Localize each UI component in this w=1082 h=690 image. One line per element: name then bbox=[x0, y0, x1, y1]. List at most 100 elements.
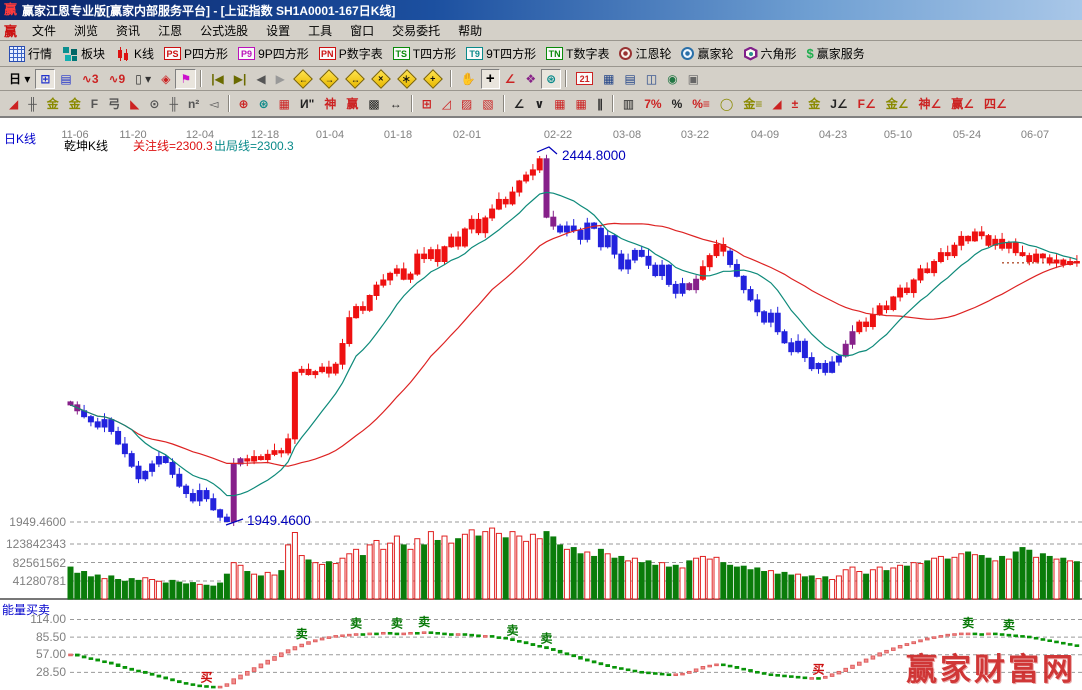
toolbar-button-t-number-table[interactable]: TNT数字表 bbox=[541, 44, 614, 64]
draw-tool-gold-circle[interactable]: ◯ bbox=[715, 94, 738, 114]
draw-tool-gann-compass[interactable]: ⊕ bbox=[234, 94, 254, 114]
draw-tool-shen-ruler[interactable]: 神 bbox=[319, 94, 341, 114]
draw-tool-ruler-grid-1[interactable]: ╫ bbox=[23, 94, 42, 114]
view-tool-wave-9[interactable]: ∿9 bbox=[104, 69, 131, 89]
view-tool-print[interactable]: ▣ bbox=[683, 69, 704, 89]
toolbar-button-gann-wheel[interactable]: 江恩轮 bbox=[614, 44, 676, 64]
draw-tool-cycle-clock[interactable]: ⊙ bbox=[144, 94, 164, 114]
view-tool-notes[interactable]: ▤ bbox=[620, 69, 641, 89]
toolbar-button-p-number-table[interactable]: PNP数字表 bbox=[314, 44, 388, 64]
toolbar-button-sectors[interactable]: 板块 bbox=[57, 44, 110, 64]
view-tool-compress-x[interactable]: × bbox=[368, 69, 394, 89]
draw-tool-percent[interactable]: % bbox=[667, 94, 688, 114]
draw-tool-red-grid-2[interactable]: ▦ bbox=[571, 94, 592, 114]
view-tool-gann-shape[interactable]: ❖ bbox=[520, 69, 541, 89]
app-window: { "window": { "title": "赢家江恩专业版[赢家内部服务平台… bbox=[0, 0, 1082, 689]
menu-item-4[interactable]: 公式选股 bbox=[191, 20, 257, 41]
view-tool-window-layout[interactable]: ⊞ bbox=[35, 69, 55, 89]
toolbar-button-hexagon[interactable]: 六角形 bbox=[739, 44, 802, 64]
view-tool-go-last[interactable]: ▶| bbox=[229, 69, 252, 89]
draw-tool-square-of-nine[interactable]: n² bbox=[183, 94, 204, 114]
toolbar-button-winner-service[interactable]: $赢家服务 bbox=[802, 44, 870, 64]
draw-tool-fib-ruler[interactable]: F bbox=[86, 94, 103, 114]
view-tool-shift-right[interactable]: → bbox=[316, 69, 342, 89]
draw-tool-v-lines[interactable]: ∨ bbox=[529, 94, 549, 114]
view-tool-angle-measure[interactable]: ∠ bbox=[500, 69, 521, 89]
view-tool-save[interactable]: ◫ bbox=[641, 69, 662, 89]
view-tool-world-clock[interactable]: ◉ bbox=[662, 69, 682, 89]
view-tool-page-next[interactable]: ▶ bbox=[271, 69, 290, 89]
view-tool-flag-tool[interactable]: ⚑ bbox=[175, 69, 196, 89]
draw-tool-scale-ruler[interactable]: ▥ bbox=[618, 94, 639, 114]
view-tool-restore-view[interactable]: ＊ bbox=[394, 69, 420, 89]
draw-tool-four-angle[interactable]: 四∠ bbox=[979, 94, 1012, 114]
draw-tool-win-angle[interactable]: 赢∠ bbox=[946, 94, 979, 114]
draw-tool-red-pen[interactable]: ◣ bbox=[125, 94, 144, 114]
draw-tool-mirror-tool[interactable]: ◅ bbox=[204, 94, 223, 114]
draw-tool-gold-lines[interactable]: 金≡ bbox=[738, 94, 767, 114]
toolbar-button-quotes[interactable]: 行情 bbox=[4, 44, 57, 64]
draw-tool-red-grid-1[interactable]: ▦ bbox=[549, 94, 570, 114]
draw-tool-updown-tool[interactable]: ± bbox=[787, 94, 804, 114]
draw-tool-f-angle[interactable]: F∠ bbox=[853, 94, 881, 114]
draw-tool-wave-mark[interactable]: И" bbox=[295, 94, 319, 114]
draw-tool-width-measure[interactable]: ↔ bbox=[385, 94, 407, 114]
quotes-icon bbox=[9, 46, 25, 62]
menu-item-5[interactable]: 设置 bbox=[257, 20, 299, 41]
world-clock-icon: ◉ bbox=[667, 72, 677, 86]
draw-tool-gold-ruler-1[interactable]: 金 bbox=[42, 94, 64, 114]
menu-item-2[interactable]: 资讯 bbox=[107, 20, 149, 41]
draw-tool-fan-lines[interactable]: ◿ bbox=[437, 94, 456, 114]
view-tool-go-first[interactable]: |◀ bbox=[206, 69, 229, 89]
draw-tool-trend-pen[interactable]: ◢ bbox=[4, 94, 23, 114]
draw-tool-win-ruler[interactable]: 赢 bbox=[341, 94, 363, 114]
draw-tool-percent-lines[interactable]: %≡ bbox=[687, 94, 715, 114]
toolbar-button-9t-square[interactable]: T99T四方形 bbox=[461, 44, 541, 64]
view-tool-calculator[interactable]: ▦ bbox=[598, 69, 619, 89]
view-tool-crosshair[interactable]: + bbox=[481, 69, 500, 89]
view-tool-wave-3[interactable]: ∿3 bbox=[77, 69, 104, 89]
toolbar-button-winner-wheel[interactable]: 赢家轮 bbox=[676, 44, 738, 64]
menu-item-9[interactable]: 帮助 bbox=[449, 20, 491, 41]
view-tool-shift-left[interactable]: ← bbox=[290, 69, 316, 89]
toolbar-button-kline[interactable]: K线 bbox=[110, 44, 159, 64]
view-tool-pattern-tool[interactable]: ◈ bbox=[156, 69, 175, 89]
menu-item-3[interactable]: 江恩 bbox=[149, 20, 191, 41]
view-tool-page-prev[interactable]: ◀ bbox=[251, 69, 270, 89]
draw-tool-percent-7[interactable]: 7% bbox=[639, 94, 666, 114]
draw-tool-gold-angle-1[interactable]: 金 bbox=[803, 94, 825, 114]
kline-chart-canvas[interactable]: 11-0611-2012-0412-1801-0401-1802-0102-22… bbox=[0, 118, 1082, 690]
view-tool-zoom-in-x[interactable]: + bbox=[420, 69, 446, 89]
draw-tool-ruler-grid-2[interactable]: ╫ bbox=[164, 94, 183, 114]
draw-tool-shen-angle[interactable]: 神∠ bbox=[914, 94, 947, 114]
draw-tool-dense-grid[interactable]: ▩ bbox=[363, 94, 384, 114]
draw-tool-fan-box-dense[interactable]: ▧ bbox=[477, 94, 498, 114]
draw-tool-fan-box[interactable]: ▨ bbox=[456, 94, 477, 114]
draw-tool-spiral-tool[interactable]: 弓 bbox=[103, 94, 125, 114]
menu-item-8[interactable]: 交易委托 bbox=[383, 20, 449, 41]
toolbar-button-t-square[interactable]: TST四方形 bbox=[388, 44, 461, 64]
view-tool-candle-style-dropdown[interactable]: ▯ ▾ bbox=[130, 69, 156, 89]
toolbar-button-p-square[interactable]: PSP四方形 bbox=[159, 44, 233, 64]
draw-tool-snowflake-grid[interactable]: ⊛ bbox=[254, 94, 274, 114]
draw-tool-gold-ruler-2[interactable]: 金 bbox=[64, 94, 86, 114]
menu-item-1[interactable]: 浏览 bbox=[65, 20, 107, 41]
view-tool-info-panel[interactable]: ▤ bbox=[55, 69, 76, 89]
draw-tool-ink-pen[interactable]: ◢ bbox=[767, 94, 786, 114]
toolbar-button-9p-square[interactable]: P99P四方形 bbox=[233, 44, 314, 64]
draw-tool-target-grid[interactable]: ▦ bbox=[274, 94, 295, 114]
draw-tool-box-tool[interactable]: ⊞ bbox=[417, 94, 437, 114]
draw-tool-gold-angle-2[interactable]: 金∠ bbox=[881, 94, 914, 114]
view-tool-calendar[interactable]: 21 bbox=[571, 69, 598, 89]
draw-tool-angle-lines[interactable]: ∠ bbox=[509, 94, 530, 114]
view-tool-period-day-dropdown[interactable]: 日 ▾ bbox=[4, 69, 35, 89]
view-tool-analysis-brain[interactable]: ⊛ bbox=[541, 69, 561, 89]
draw-tool-j-angle[interactable]: J∠ bbox=[825, 94, 852, 114]
draw-tool-parallel-lines[interactable]: ∥ bbox=[592, 94, 608, 114]
menu-item-0[interactable]: 文件 bbox=[23, 20, 65, 41]
title-bar[interactable]: 赢 赢家江恩专业版[赢家内部服务平台] - [上证指数 SH1A0001-167… bbox=[0, 0, 1082, 20]
menu-item-7[interactable]: 窗口 bbox=[341, 20, 383, 41]
view-tool-pan-hand[interactable]: ✋ bbox=[456, 69, 481, 89]
menu-item-6[interactable]: 工具 bbox=[299, 20, 341, 41]
view-tool-zoom-out-x[interactable]: ↔ bbox=[342, 69, 368, 89]
